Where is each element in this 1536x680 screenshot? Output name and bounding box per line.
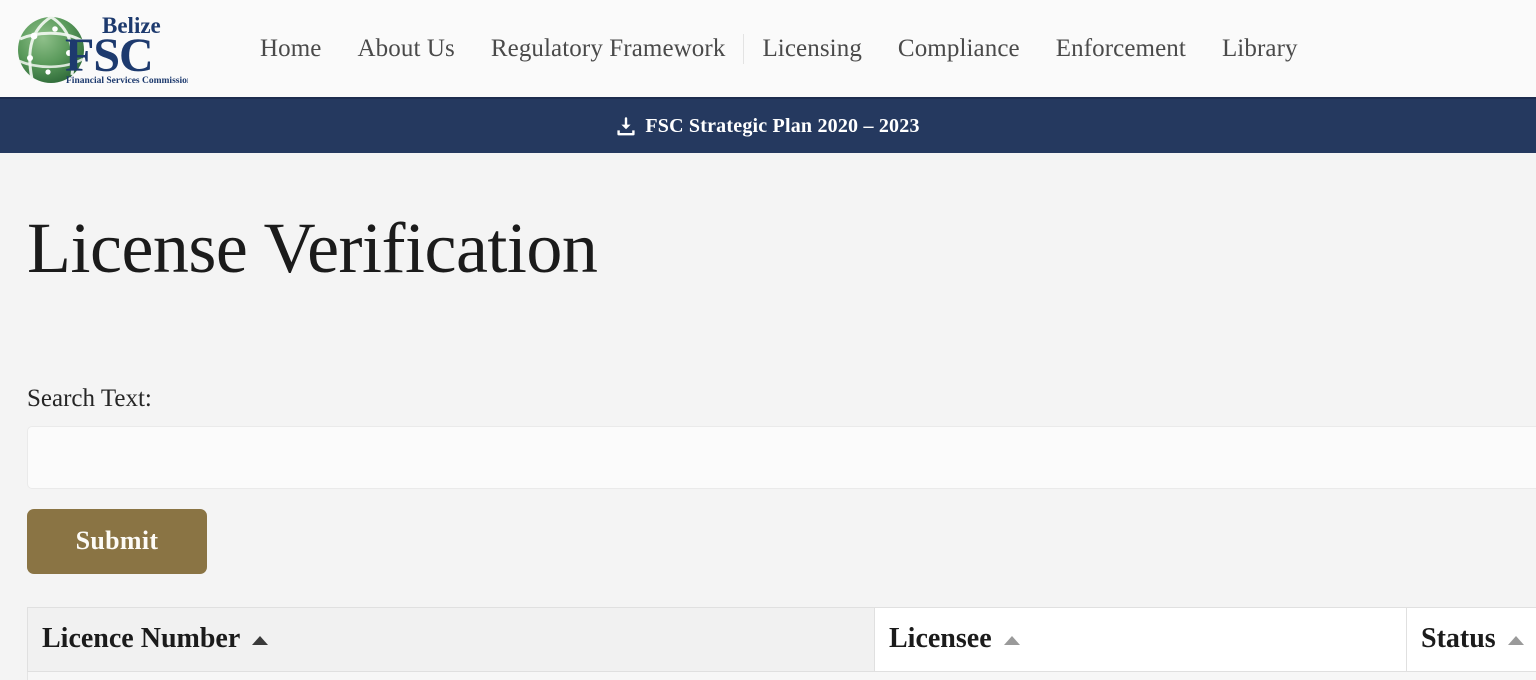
search-text-label: Search Text: bbox=[27, 384, 152, 412]
strategic-plan-label: FSC Strategic Plan 2020 – 2023 bbox=[645, 114, 920, 137]
column-header-licence-number[interactable]: Licence Number bbox=[27, 606, 875, 672]
sort-ascending-icon bbox=[1003, 635, 1020, 645]
sort-ascending-icon bbox=[1507, 635, 1524, 645]
table-body: No matching records found bbox=[27, 670, 1536, 680]
page-title: License Verification bbox=[27, 208, 598, 288]
sort-ascending-icon bbox=[252, 635, 269, 645]
nav-item-about-us[interactable]: About Us bbox=[340, 0, 473, 98]
empty-message: No matching records found bbox=[27, 670, 1536, 680]
nav-item-compliance[interactable]: Compliance bbox=[880, 0, 1038, 98]
table-header-row: Licence Number Licensee Status bbox=[27, 606, 1536, 672]
site-header: Belize FSC Financial Services Commission… bbox=[0, 0, 1536, 99]
nav-item-library[interactable]: Library bbox=[1204, 0, 1316, 98]
logo-tagline: Financial Services Commission bbox=[66, 76, 188, 86]
strategic-plan-banner: FSC Strategic Plan 2020 – 2023 bbox=[0, 99, 1536, 153]
search-input[interactable] bbox=[27, 425, 1536, 489]
nav-item-regulatory-framework[interactable]: Regulatory Framework bbox=[473, 0, 744, 98]
table-header: Licence Number Licensee Status bbox=[27, 606, 1536, 672]
table-empty-row: No matching records found bbox=[27, 670, 1536, 680]
main-content: License Verification Search Text: Submit… bbox=[0, 153, 1536, 680]
nav-item-enforcement[interactable]: Enforcement bbox=[1038, 0, 1204, 98]
logo-graphic: Belize FSC Financial Services Commission bbox=[18, 13, 188, 86]
download-icon bbox=[617, 117, 635, 136]
column-label-status: Status bbox=[1421, 623, 1496, 655]
logo-brand-main: FSC bbox=[65, 29, 153, 82]
nav-item-licensing[interactable]: Licensing bbox=[744, 0, 879, 98]
site-logo[interactable]: Belize FSC Financial Services Commission bbox=[10, 7, 190, 91]
submit-button[interactable]: Submit bbox=[27, 508, 207, 574]
nav-item-home[interactable]: Home bbox=[242, 0, 340, 98]
strategic-plan-download-link[interactable]: FSC Strategic Plan 2020 – 2023 bbox=[616, 115, 919, 138]
primary-navigation: Home About Us Regulatory Framework Licen… bbox=[242, 0, 1316, 97]
column-header-licensee[interactable]: Licensee bbox=[874, 606, 1407, 672]
license-results-table: Licence Number Licensee Status bbox=[27, 606, 1536, 680]
column-label-licensee: Licensee bbox=[889, 623, 992, 655]
column-header-status[interactable]: Status bbox=[1406, 606, 1536, 672]
column-label-licence-number: Licence Number bbox=[42, 623, 241, 655]
